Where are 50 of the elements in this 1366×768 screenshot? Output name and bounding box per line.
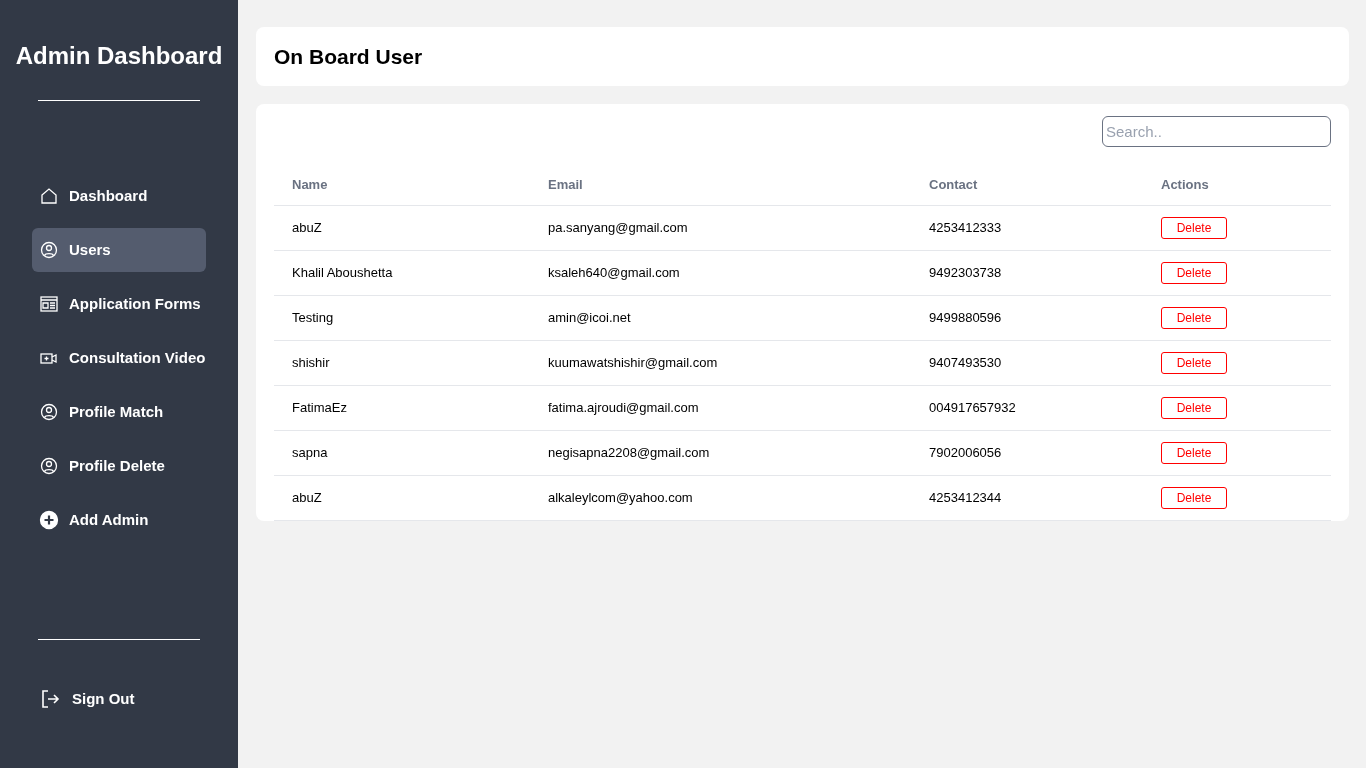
- nav-item[interactable]: Users: [32, 228, 206, 272]
- table-cell: pa.sanyang@gmail.com: [548, 219, 688, 235]
- user-circle-icon: [39, 240, 59, 260]
- table-cell: 9492303738: [929, 264, 1002, 280]
- table-cell: abuZ: [292, 219, 322, 235]
- page-title: On Board User: [274, 43, 423, 70]
- table-cell: 9407493530: [929, 354, 1002, 370]
- sign-out-icon: [40, 689, 60, 709]
- nav-item[interactable]: Application Forms: [32, 282, 206, 326]
- delete-button[interactable]: Delete: [1161, 441, 1227, 464]
- delete-button[interactable]: Delete: [1161, 351, 1227, 374]
- table-cell: kuumawatshishir@gmail.com: [548, 354, 718, 370]
- table-cell: negisapna2208@gmail.com: [548, 444, 710, 460]
- user-circle-icon: [39, 402, 59, 422]
- sign-out-button[interactable]: Sign Out: [32, 686, 206, 712]
- table-cell: FatimaEz: [292, 399, 347, 415]
- table-cell: sapna: [292, 444, 328, 460]
- table-cell: 7902006056: [929, 444, 1002, 460]
- nav-item[interactable]: Dashboard: [32, 174, 206, 218]
- table-cell: 004917657932: [929, 399, 1016, 415]
- table-cell: Khalil Aboushetta: [292, 264, 393, 280]
- table-cell: 4253412333: [929, 219, 1002, 235]
- table-cell: 4253412344: [929, 489, 1002, 505]
- table-cell: alkaleylcom@yahoo.com: [548, 489, 693, 505]
- table-cell: amin@icoi.net: [548, 309, 631, 325]
- delete-button[interactable]: Delete: [1161, 261, 1227, 284]
- column-header: Actions: [1161, 177, 1209, 192]
- column-header: Name: [292, 177, 328, 192]
- delete-button[interactable]: Delete: [1161, 306, 1227, 329]
- table-cell: shishir: [292, 354, 330, 370]
- nav-item[interactable]: Add Admin: [32, 498, 206, 542]
- delete-button[interactable]: Delete: [1161, 396, 1227, 419]
- nav-item[interactable]: Consultation Video: [32, 336, 206, 380]
- table-cell: abuZ: [292, 489, 322, 505]
- column-header: Contact: [929, 177, 978, 192]
- app-title: Admin Dashboard: [15, 41, 223, 71]
- table-cell: 9499880596: [929, 309, 1002, 325]
- table-cell: Testing: [292, 309, 334, 325]
- user-circle-icon: [39, 456, 59, 476]
- form-window-icon: [39, 294, 59, 314]
- delete-button[interactable]: Delete: [1161, 486, 1227, 509]
- nav-item[interactable]: Profile Delete: [32, 444, 206, 488]
- delete-button[interactable]: Delete: [1161, 216, 1227, 239]
- plus-circle-icon: [39, 510, 59, 530]
- search-field[interactable]: Search..: [1102, 116, 1331, 147]
- table-cell: fatima.ajroudi@gmail.com: [548, 399, 699, 415]
- home-icon: [39, 186, 59, 206]
- table-cell: ksaleh640@gmail.com: [548, 264, 680, 280]
- column-header: Email: [548, 177, 583, 192]
- nav-item[interactable]: Profile Match: [32, 390, 206, 434]
